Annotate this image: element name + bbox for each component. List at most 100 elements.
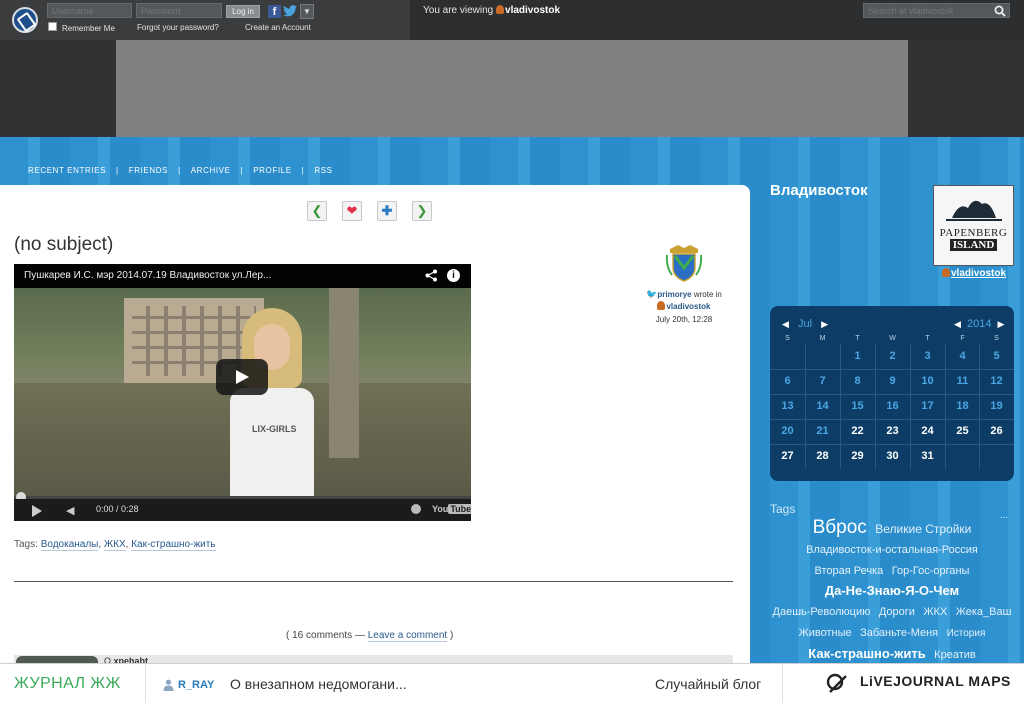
video-player[interactable]: LIX-GIRLS Пушкарев И.С. мэр 2014.07.19 В… bbox=[14, 264, 471, 521]
calendar-day[interactable]: 10 bbox=[910, 369, 945, 393]
tag-link[interactable]: ЖКХ bbox=[103, 539, 126, 551]
tag-cloud-item[interactable]: Гор-Гос-органы bbox=[892, 565, 970, 577]
tag-cloud-item[interactable]: Великие Стройки bbox=[875, 522, 971, 536]
nav-separator: | bbox=[178, 166, 181, 175]
brand-link[interactable]: ЖУРНАЛ ЖЖ bbox=[14, 675, 121, 693]
leave-comment-link[interactable]: Leave a comment bbox=[367, 630, 448, 642]
calendar-day[interactable]: 16 bbox=[875, 394, 910, 418]
tag-cloud: Вброс Великие Стройки Владивосток-и-оста… bbox=[770, 518, 1014, 665]
share-icon[interactable] bbox=[425, 269, 439, 283]
facebook-icon[interactable]: f bbox=[268, 5, 281, 18]
nav-archive[interactable]: ARCHIVE bbox=[191, 166, 231, 175]
heart-icon[interactable]: ❤ bbox=[342, 201, 362, 221]
calendar-day[interactable]: 15 bbox=[840, 394, 875, 418]
sidebar-user-link[interactable]: vladivostok bbox=[951, 268, 1006, 279]
calendar-day[interactable]: 9 bbox=[875, 369, 910, 393]
calendar-day[interactable]: 18 bbox=[945, 394, 980, 418]
previous-entry-button[interactable]: ❮ bbox=[307, 201, 327, 221]
annotations-icon[interactable] bbox=[411, 504, 421, 514]
livejournal-logo-icon[interactable] bbox=[12, 7, 38, 33]
random-blog-link[interactable]: Случайный блог bbox=[655, 676, 761, 692]
ad-banner[interactable] bbox=[116, 40, 908, 137]
nav-profile[interactable]: PROFILE bbox=[253, 166, 291, 175]
calendar-weekday: T bbox=[925, 335, 930, 342]
info-icon[interactable]: i bbox=[447, 269, 460, 282]
next-entry-button[interactable]: ❯ bbox=[412, 201, 432, 221]
calendar-grid-line bbox=[910, 344, 911, 469]
calendar-day[interactable]: 2 bbox=[875, 344, 910, 368]
login-button[interactable]: Log in bbox=[226, 5, 260, 18]
tag-cloud-item[interactable]: Вброс bbox=[813, 517, 867, 538]
tag-cloud-item[interactable]: Даешь-Революцию bbox=[773, 606, 871, 618]
community-icon bbox=[657, 301, 666, 310]
chevron-down-icon[interactable]: ▼ bbox=[300, 4, 314, 19]
twitter-icon[interactable] bbox=[283, 5, 297, 18]
userpic-coat-of-arms[interactable] bbox=[664, 243, 704, 283]
calendar-month[interactable]: Jul bbox=[798, 318, 812, 330]
nav-friends[interactable]: FRIENDS bbox=[129, 166, 168, 175]
username-input[interactable] bbox=[47, 3, 132, 18]
video-title[interactable]: Пушкарев И.С. мэр 2014.07.19 Владивосток… bbox=[14, 264, 471, 288]
password-input[interactable] bbox=[136, 3, 222, 18]
viewing-user-link[interactable]: vladivostok bbox=[505, 5, 560, 16]
calendar-day[interactable]: 1 bbox=[840, 344, 875, 368]
tag-link[interactable]: Как-страшно-жить bbox=[131, 539, 216, 551]
calendar-day[interactable]: 8 bbox=[840, 369, 875, 393]
calendar-day[interactable]: 4 bbox=[945, 344, 980, 368]
video-tree bbox=[329, 288, 359, 458]
calendar-day[interactable]: 13 bbox=[770, 394, 805, 418]
calendar-day[interactable]: 7 bbox=[805, 369, 840, 393]
calendar-day[interactable]: 11 bbox=[945, 369, 980, 393]
tag-link[interactable]: Водоканалы bbox=[40, 539, 99, 551]
play-icon[interactable] bbox=[32, 505, 42, 517]
tag-cloud-item[interactable]: Жека_Ваш bbox=[956, 606, 1012, 618]
livejournal-maps-link[interactable]: LiVEJOURNAL MAPS bbox=[860, 673, 1011, 689]
search-input[interactable] bbox=[863, 3, 1010, 18]
calendar-day[interactable]: 6 bbox=[770, 369, 805, 393]
calendar-day[interactable]: 21 bbox=[805, 419, 840, 443]
calendar-day[interactable]: 12 bbox=[979, 369, 1014, 393]
add-memory-button[interactable]: ✚ bbox=[377, 201, 397, 221]
volume-icon[interactable]: ◀ bbox=[66, 504, 74, 517]
tag-cloud-item[interactable]: Дороги bbox=[879, 606, 915, 618]
bottom-post-link[interactable]: О внезапном недомогани... bbox=[230, 676, 407, 692]
calendar-day[interactable]: 20 bbox=[770, 419, 805, 443]
calendar-day[interactable]: 5 bbox=[979, 344, 1014, 368]
tag-cloud-item[interactable]: Владивосток-и-остальная-Россия bbox=[806, 544, 978, 556]
calendar-day[interactable]: 17 bbox=[910, 394, 945, 418]
tag-cloud-item[interactable]: Вторая Речка bbox=[815, 565, 884, 577]
forgot-password-link[interactable]: Forgot your password? bbox=[137, 23, 219, 32]
tag-cloud-item[interactable]: ЖКХ bbox=[923, 606, 947, 618]
tag-cloud-item[interactable]: Забаньте-Меня bbox=[860, 627, 938, 639]
create-account-link[interactable]: Create an Account bbox=[245, 23, 311, 32]
calendar-empty-cell bbox=[979, 444, 1014, 468]
calendar-year[interactable]: 2014 bbox=[967, 318, 991, 330]
tag-cloud-item[interactable]: Как-страшно-жить bbox=[808, 646, 925, 661]
tag-cloud-item[interactable]: Креатив bbox=[934, 649, 976, 661]
community-line: vladivostok bbox=[636, 301, 732, 311]
tag-cloud-item[interactable]: Да-Не-Знаю-Я-О-Чем bbox=[825, 583, 959, 598]
play-button[interactable] bbox=[216, 359, 268, 395]
calendar-day: 25 bbox=[956, 425, 969, 437]
author-link[interactable]: primorye bbox=[657, 290, 691, 299]
community-icon bbox=[942, 268, 950, 277]
comments-count[interactable]: 16 comments bbox=[292, 630, 352, 641]
next-year-icon[interactable]: ▶ bbox=[998, 319, 1005, 329]
tag-cloud-item[interactable]: Животные bbox=[799, 627, 852, 639]
tag-cloud-item[interactable]: История bbox=[947, 628, 986, 639]
nav-recent-entries[interactable]: RECENT ENTRIES bbox=[28, 166, 106, 175]
calendar-empty-cell bbox=[945, 444, 980, 468]
journal-userpic[interactable]: PAPENBERG ISLAND bbox=[933, 185, 1014, 266]
search-icon[interactable] bbox=[994, 4, 1006, 17]
calendar-day[interactable]: 3 bbox=[910, 344, 945, 368]
calendar-day[interactable]: 14 bbox=[805, 394, 840, 418]
community-link[interactable]: vladivostok bbox=[666, 302, 710, 311]
calendar-day[interactable]: 19 bbox=[979, 394, 1014, 418]
youtube-logo[interactable]: You Tube bbox=[432, 504, 471, 514]
previous-month-icon[interactable]: ◀ bbox=[782, 319, 789, 329]
remember-me-checkbox[interactable] bbox=[48, 22, 57, 31]
nav-rss[interactable]: RSS bbox=[314, 166, 332, 175]
previous-year-icon[interactable]: ◀ bbox=[954, 319, 961, 329]
next-month-icon[interactable]: ▶ bbox=[821, 319, 828, 329]
bottom-user-link[interactable]: R_RAY bbox=[178, 679, 214, 691]
